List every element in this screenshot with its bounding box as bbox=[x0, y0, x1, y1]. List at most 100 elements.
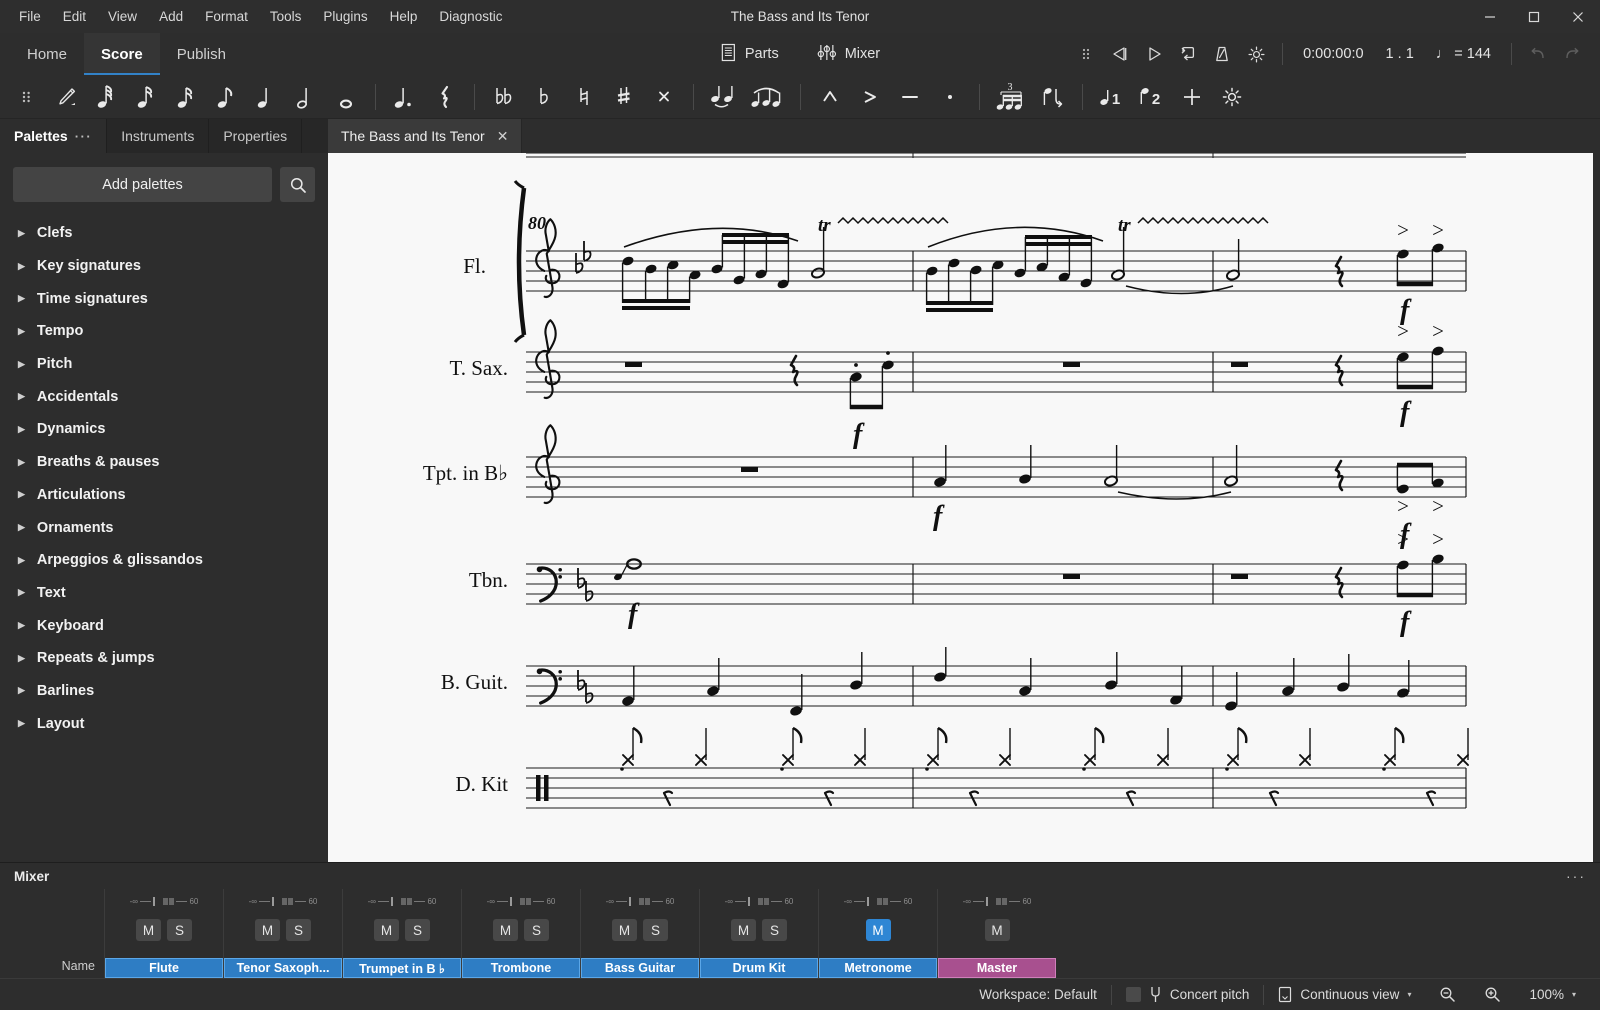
tenuto-icon[interactable] bbox=[890, 79, 930, 115]
voice-1-button[interactable]: 1 bbox=[1092, 79, 1132, 115]
concert-pitch-toggle[interactable]: Concert pitch bbox=[1112, 985, 1264, 1004]
volume-meter[interactable]: -∞ bbox=[725, 896, 750, 906]
panel-tab-instruments[interactable]: Instruments bbox=[107, 119, 210, 153]
mixer-strip-tenor-saxophone[interactable]: -∞ 60 M S Tenor Saxoph... bbox=[223, 889, 342, 978]
channel-name[interactable]: Drum Kit bbox=[700, 958, 818, 978]
menu-plugins[interactable]: Plugins bbox=[312, 5, 378, 28]
duration-32nd-icon[interactable] bbox=[126, 79, 166, 115]
palette-item-dynamics[interactable]: ▶ Dynamics bbox=[0, 413, 328, 446]
pan-meter[interactable]: 60 bbox=[995, 897, 1031, 906]
pan-meter[interactable]: 60 bbox=[162, 897, 198, 906]
palette-item-pitch[interactable]: ▶ Pitch bbox=[0, 348, 328, 381]
palette-item-articulations[interactable]: ▶ Articulations bbox=[0, 479, 328, 512]
mixer-strip-drum-kit[interactable]: -∞ 60 M S Drum Kit bbox=[699, 889, 818, 978]
duration-quarter-icon[interactable] bbox=[246, 79, 286, 115]
score-page[interactable]: Fl. 80 tr tr > > f T. Sax. f > > f Tpt. … bbox=[328, 153, 1593, 862]
flat-icon[interactable] bbox=[524, 79, 564, 115]
tab-score[interactable]: Score bbox=[84, 33, 160, 75]
channel-name[interactable]: Trombone bbox=[462, 958, 580, 978]
panel-tab-palettes[interactable]: Palettes ··· bbox=[0, 119, 108, 153]
volume-meter[interactable]: -∞ bbox=[130, 896, 155, 906]
palette-item-time-signatures[interactable]: ▶ Time signatures bbox=[0, 282, 328, 315]
add-element-plus-icon[interactable] bbox=[1172, 79, 1212, 115]
menu-format[interactable]: Format bbox=[194, 5, 259, 28]
solo-button[interactable]: S bbox=[286, 919, 311, 941]
double-flat-icon[interactable] bbox=[484, 79, 524, 115]
mixer-strip-trombone[interactable]: -∞ 60 M S Trombone bbox=[461, 889, 580, 978]
mixer-strip-master[interactable]: -∞ 60 M Master bbox=[937, 889, 1056, 978]
solo-button[interactable]: S bbox=[762, 919, 787, 941]
close-tab-icon[interactable]: ✕ bbox=[497, 128, 509, 145]
voice-2-button[interactable]: 2 bbox=[1132, 79, 1172, 115]
channel-name[interactable]: Bass Guitar bbox=[581, 958, 699, 978]
rewind-icon[interactable] bbox=[1104, 39, 1136, 69]
mixer-options-icon[interactable]: ··· bbox=[1566, 868, 1586, 884]
menu-add[interactable]: Add bbox=[148, 5, 194, 28]
mixer-button[interactable]: Mixer bbox=[811, 39, 886, 70]
volume-meter[interactable]: -∞ bbox=[368, 896, 393, 906]
palette-item-barlines[interactable]: ▶ Barlines bbox=[0, 675, 328, 708]
channel-name[interactable]: Metronome bbox=[819, 958, 937, 978]
chevron-down-icon[interactable]: ▾ bbox=[1572, 990, 1576, 999]
tuplet-icon[interactable]: 3 bbox=[989, 79, 1033, 115]
mute-button[interactable]: M bbox=[731, 919, 756, 941]
duration-half-icon[interactable] bbox=[286, 79, 326, 115]
accent-icon[interactable] bbox=[850, 79, 890, 115]
metronome-icon[interactable] bbox=[1206, 39, 1238, 69]
menu-view[interactable]: View bbox=[97, 5, 148, 28]
palette-item-layout[interactable]: ▶ Layout bbox=[0, 707, 328, 740]
score-notation[interactable]: Fl. 80 tr tr > > f T. Sax. f > > f Tpt. … bbox=[328, 153, 1593, 853]
mute-button[interactable]: M bbox=[612, 919, 637, 941]
duration-16th-icon[interactable] bbox=[166, 79, 206, 115]
slur-icon[interactable] bbox=[743, 79, 791, 115]
loop-icon[interactable] bbox=[1172, 39, 1204, 69]
menu-diagnostic[interactable]: Diagnostic bbox=[428, 5, 513, 28]
menu-edit[interactable]: Edit bbox=[52, 5, 97, 28]
mute-button[interactable]: M bbox=[374, 919, 399, 941]
zoom-level-selector[interactable]: 100% ▾ bbox=[1515, 987, 1590, 1002]
staccato-icon[interactable] bbox=[930, 79, 970, 115]
channel-name[interactable]: Trumpet in B ♭ bbox=[343, 958, 461, 978]
mixer-strip-trumpet[interactable]: -∞ 60 M S Trumpet in B ♭ bbox=[342, 889, 461, 978]
channel-name[interactable]: Master bbox=[938, 958, 1056, 978]
close-button[interactable] bbox=[1556, 0, 1600, 33]
panel-tab-properties[interactable]: Properties bbox=[209, 119, 303, 153]
palette-item-key-signatures[interactable]: ▶ Key signatures bbox=[0, 250, 328, 283]
rest-icon[interactable] bbox=[425, 79, 465, 115]
palette-item-text[interactable]: ▶ Text bbox=[0, 577, 328, 610]
tab-publish[interactable]: Publish bbox=[160, 33, 243, 75]
zoom-in-button[interactable] bbox=[1470, 986, 1515, 1003]
document-tab[interactable]: The Bass and Its Tenor ✕ bbox=[328, 119, 523, 153]
view-mode-selector[interactable]: Continuous view ▾ bbox=[1264, 986, 1425, 1003]
solo-button[interactable]: S bbox=[167, 919, 192, 941]
volume-meter[interactable]: -∞ bbox=[844, 896, 869, 906]
mixer-strip-bass-guitar[interactable]: -∞ 60 M S Bass Guitar bbox=[580, 889, 699, 978]
zoom-out-button[interactable] bbox=[1425, 986, 1470, 1003]
mute-button[interactable]: M bbox=[136, 919, 161, 941]
note-toolbar-gear-icon[interactable] bbox=[1212, 79, 1252, 115]
mute-button[interactable]: M bbox=[493, 919, 518, 941]
note-input-pencil-icon[interactable] bbox=[46, 79, 86, 115]
play-icon[interactable] bbox=[1138, 39, 1170, 69]
redo-icon[interactable] bbox=[1556, 39, 1588, 69]
palette-item-clefs[interactable]: ▶ Clefs bbox=[0, 217, 328, 250]
playback-position[interactable]: 1 . 1 bbox=[1376, 46, 1424, 62]
mute-button[interactable]: M bbox=[865, 919, 891, 941]
channel-name[interactable]: Tenor Saxoph... bbox=[224, 958, 342, 978]
channel-name[interactable]: Flute bbox=[105, 958, 223, 978]
minimize-button[interactable] bbox=[1468, 0, 1512, 33]
menu-help[interactable]: Help bbox=[379, 5, 429, 28]
vertical-scrollbar[interactable] bbox=[1593, 153, 1600, 862]
palette-item-arpeggios-glissandos[interactable]: ▶ Arpeggios & glissandos bbox=[0, 544, 328, 577]
search-icon[interactable] bbox=[280, 167, 315, 202]
tie-icon[interactable] bbox=[703, 79, 743, 115]
chevron-down-icon[interactable]: ▾ bbox=[1407, 990, 1411, 999]
playback-time[interactable]: 0:00:00:0 bbox=[1293, 46, 1373, 62]
palette-item-breaths-pauses[interactable]: ▶ Breaths & pauses bbox=[0, 446, 328, 479]
tempo-display[interactable]: ♩ = 144 bbox=[1426, 46, 1501, 62]
solo-button[interactable]: S bbox=[405, 919, 430, 941]
tab-home[interactable]: Home bbox=[10, 33, 84, 75]
solo-button[interactable]: S bbox=[524, 919, 549, 941]
pan-meter[interactable]: 60 bbox=[281, 897, 317, 906]
flip-direction-icon[interactable] bbox=[1033, 79, 1073, 115]
